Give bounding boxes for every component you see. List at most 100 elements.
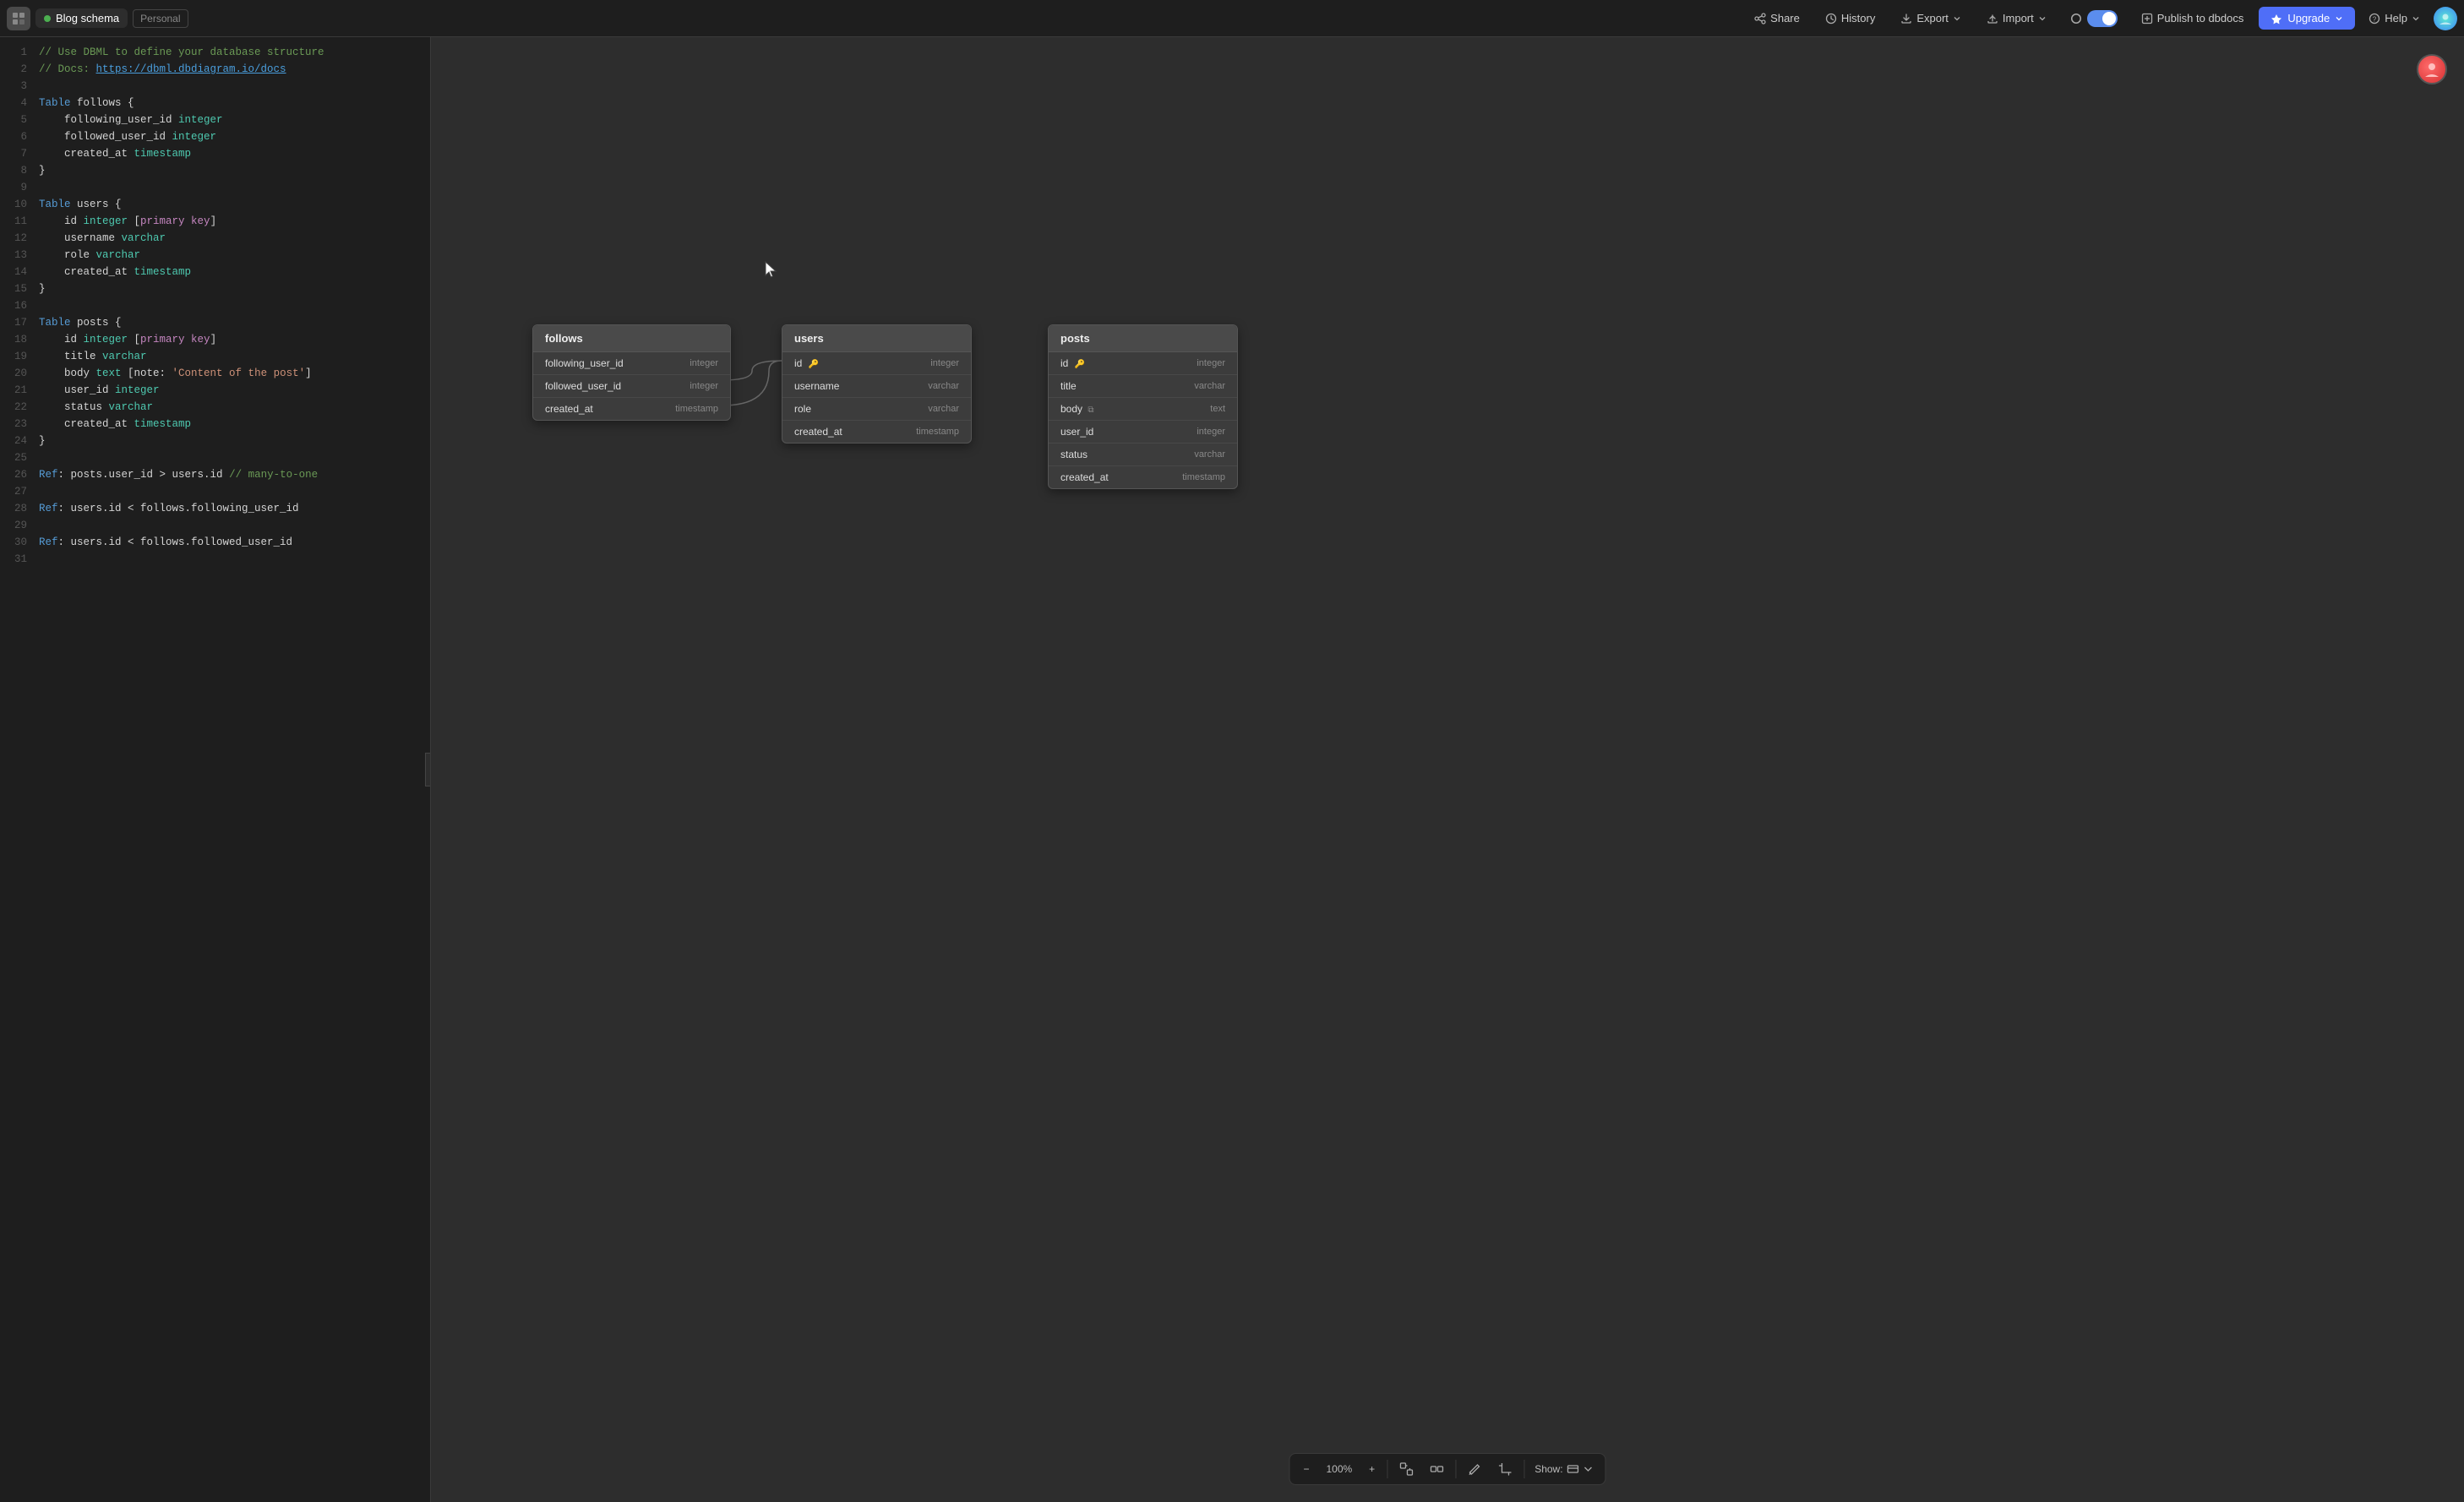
export-button[interactable]: Export — [1890, 8, 1971, 29]
upgrade-label: Upgrade — [2287, 12, 2330, 24]
show-options-button[interactable]: Show: — [1528, 1459, 1600, 1479]
share-icon — [1754, 13, 1766, 24]
user-avatar[interactable] — [2434, 7, 2457, 30]
code-text[interactable]: // Use DBML to define your database stru… — [35, 37, 430, 574]
connections-svg — [431, 37, 2464, 1502]
field-name: title — [1060, 380, 1077, 392]
field-name: created_at — [545, 403, 593, 415]
table-follows[interactable]: follows following_user_id integer follow… — [532, 324, 731, 421]
app-logo[interactable] — [7, 7, 30, 30]
field-type: timestamp — [1182, 472, 1225, 482]
publish-icon — [2141, 13, 2153, 24]
field-name: created_at — [794, 426, 842, 438]
help-button[interactable]: ? Help — [2360, 8, 2429, 29]
export-chevron-icon — [1953, 14, 1961, 23]
layout-toggle-button[interactable] — [1421, 1458, 1452, 1480]
zoom-plus-icon[interactable]: + — [1369, 1463, 1375, 1475]
import-icon — [1987, 13, 1998, 24]
toggle-switch[interactable] — [2087, 10, 2118, 27]
publish-label: Publish to dbdocs — [2157, 12, 2244, 24]
zoom-label: 100% — [1326, 1463, 1352, 1475]
share-button[interactable]: Share — [1744, 8, 1810, 29]
zoom-level-display: 100% — [1317, 1459, 1360, 1479]
field-type: integer — [930, 358, 959, 368]
table-row[interactable]: body ⧉ text — [1049, 398, 1237, 421]
field-type: integer — [690, 381, 718, 391]
field-name: user_id — [1060, 426, 1093, 438]
field-name: username — [794, 380, 839, 392]
pencil-tool-button[interactable] — [1459, 1458, 1490, 1480]
fit-view-button[interactable] — [1391, 1458, 1421, 1480]
field-type: integer — [1197, 358, 1225, 368]
table-row[interactable]: created_at timestamp — [782, 421, 971, 443]
import-button[interactable]: Import — [1976, 8, 2057, 29]
show-chevron-icon — [1584, 1464, 1594, 1474]
share-label: Share — [1770, 12, 1800, 24]
publish-button[interactable]: Publish to dbdocs — [2131, 8, 2254, 29]
table-row[interactable]: role varchar — [782, 398, 971, 421]
show-table-icon — [1567, 1463, 1579, 1475]
table-row[interactable]: following_user_id integer — [533, 352, 730, 375]
field-name: status — [1060, 449, 1088, 460]
table-row[interactable]: created_at timestamp — [533, 398, 730, 420]
table-row[interactable]: user_id integer — [1049, 421, 1237, 444]
help-icon: ? — [2369, 13, 2380, 24]
history-icon — [1825, 13, 1837, 24]
field-name: role — [794, 403, 811, 415]
field-name: created_at — [1060, 471, 1109, 483]
line-numbers: 12345 678910 1112131415 1617181920 21222… — [0, 37, 35, 574]
show-label: Show: — [1535, 1463, 1562, 1475]
cursor — [765, 261, 778, 281]
field-type: varchar — [1194, 449, 1225, 460]
help-chevron-icon — [2412, 14, 2420, 23]
table-row[interactable]: username varchar — [782, 375, 971, 398]
field-type: text — [1210, 404, 1225, 414]
header: Blog schema Personal Share History Expor… — [0, 0, 2464, 37]
zoom-minus-icon[interactable]: − — [1303, 1463, 1309, 1475]
avatar-image — [2438, 11, 2453, 26]
svg-text:?: ? — [2373, 15, 2377, 23]
diagram-canvas[interactable]: follows following_user_id integer follow… — [431, 37, 2464, 1502]
tab-status-dot — [44, 15, 51, 22]
field-type: integer — [1197, 427, 1225, 437]
canvas-user-avatar — [2417, 54, 2447, 84]
table-row[interactable]: status varchar — [1049, 444, 1237, 466]
field-type: timestamp — [675, 404, 718, 414]
dark-mode-toggle[interactable] — [2062, 7, 2126, 30]
field-name: following_user_id — [545, 357, 624, 369]
export-label: Export — [1916, 12, 1949, 24]
import-chevron-icon — [2038, 14, 2047, 23]
code-editor[interactable]: 12345 678910 1112131415 1617181920 21222… — [0, 37, 431, 1502]
current-tab[interactable]: Blog schema — [35, 8, 128, 28]
table-row[interactable]: followed_user_id integer — [533, 375, 730, 398]
table-posts[interactable]: posts id 🔑 integer title varchar body ⧉ … — [1048, 324, 1238, 489]
field-type: varchar — [928, 404, 959, 414]
toolbar-divider-2 — [1455, 1460, 1456, 1478]
table-row[interactable]: id 🔑 integer — [1049, 352, 1237, 375]
history-button[interactable]: History — [1815, 8, 1885, 29]
zoom-plus-button[interactable]: + — [1360, 1459, 1383, 1479]
table-follows-header: follows — [533, 325, 730, 352]
table-row[interactable]: created_at timestamp — [1049, 466, 1237, 488]
field-name: id 🔑 — [794, 357, 819, 369]
table-users[interactable]: users id 🔑 integer username varchar role… — [782, 324, 972, 444]
zoom-minus-button[interactable]: − — [1295, 1459, 1317, 1479]
field-type: varchar — [928, 381, 959, 391]
table-row[interactable]: title varchar — [1049, 375, 1237, 398]
table-row[interactable]: id 🔑 integer — [782, 352, 971, 375]
upgrade-chevron-icon — [2335, 14, 2343, 23]
upgrade-icon — [2270, 13, 2282, 24]
field-type: integer — [690, 358, 718, 368]
field-name: id 🔑 — [1060, 357, 1085, 369]
pencil-icon — [1468, 1462, 1481, 1476]
collapse-editor-button[interactable]: ◀ — [425, 753, 431, 786]
moon-icon — [2070, 13, 2082, 24]
upgrade-button[interactable]: Upgrade — [2259, 7, 2355, 30]
table-posts-header: posts — [1049, 325, 1237, 352]
crop-tool-button[interactable] — [1490, 1458, 1520, 1480]
table-users-header: users — [782, 325, 971, 352]
import-label: Import — [2003, 12, 2034, 24]
canvas-toolbar: − 100% + — [1289, 1453, 1605, 1485]
tab-name: Blog schema — [56, 12, 119, 24]
help-label: Help — [2385, 12, 2407, 24]
